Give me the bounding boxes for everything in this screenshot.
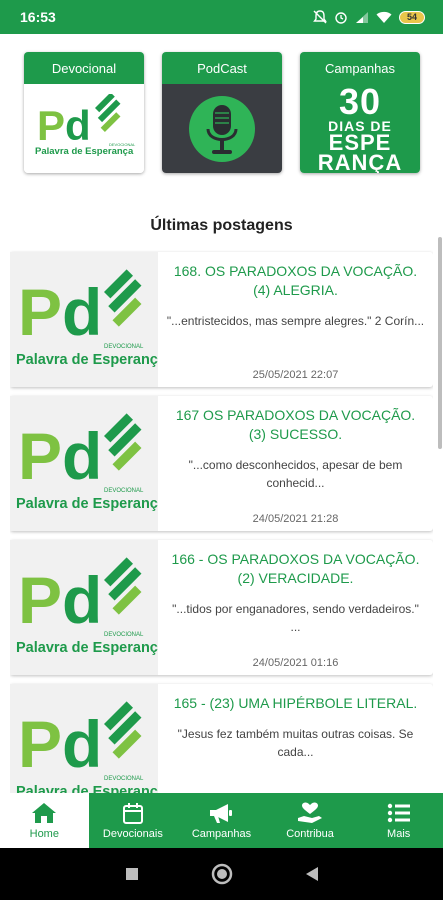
- svg-text:DEVOCIONAL: DEVOCIONAL: [104, 344, 144, 350]
- pd-logo-icon: P d DEVOCIONAL Palavra de Esperança: [35, 93, 136, 157]
- bottom-navigation: Home Devocionais Campanhas Contribua Mai…: [0, 793, 443, 848]
- campanha-30-dias-logo: 30 DIAS DE ESPE RANÇA: [300, 80, 420, 173]
- svg-text:P: P: [18, 275, 62, 349]
- post-title: 168. OS PARADOXOS DA VOCAÇÃO. (4) ALEGRI…: [173, 263, 418, 298]
- status-icons: 54: [313, 10, 425, 24]
- pd-logo-icon: P d DEVOCIONAL Palavra de Esperança: [16, 269, 158, 368]
- mute-icon: [313, 10, 327, 24]
- post-date: 24/05/2021 01:16: [252, 657, 339, 669]
- tile-campanhas-label: Campanhas: [300, 52, 420, 84]
- donate-icon: [298, 802, 323, 823]
- post-card[interactable]: P d DEVOCIONAL Palavra de Esperança 168.…: [10, 252, 433, 387]
- battery-icon: 54: [399, 10, 425, 24]
- alarm-icon: [335, 12, 347, 24]
- post-card[interactable]: P d DEVOCIONAL Palavra de Esperança 165 …: [10, 684, 433, 793]
- post-thumbnail: P d DEVOCIONAL Palavra de Esperança: [10, 684, 158, 793]
- nav-campanhas-label: Campanhas: [191, 827, 252, 840]
- post-date: 25/05/2021 22:07: [252, 369, 339, 381]
- post-excerpt: "...entristecidos, mas sempre alegres." …: [166, 314, 425, 328]
- svg-text:Palavra de Esperança: Palavra de Esperança: [16, 784, 158, 793]
- microphone-icon: [189, 95, 255, 162]
- svg-text:P: P: [37, 102, 65, 149]
- svg-text:Palavra de Esperança: Palavra de Esperança: [16, 640, 158, 656]
- post-title: 167 OS PARADOXOS DA VOCAÇÃO. (3) SUCESSO…: [175, 407, 416, 442]
- campanha-line-4: RANÇA: [317, 149, 403, 173]
- svg-text:Palavra de Esperança: Palavra de Esperança: [16, 352, 158, 368]
- svg-text:P: P: [18, 419, 62, 493]
- svg-text:d: d: [62, 707, 102, 781]
- svg-text:DEVOCIONAL: DEVOCIONAL: [104, 632, 144, 638]
- home-icon: [32, 802, 57, 823]
- tile-podcast-label: PodCast: [162, 52, 282, 84]
- nav-mais[interactable]: Mais: [354, 793, 443, 848]
- svg-text:P: P: [18, 707, 62, 781]
- status-bar: 16:53 54: [0, 0, 443, 34]
- nav-home-label: Home: [29, 827, 59, 840]
- svg-text:d: d: [62, 419, 102, 493]
- nav-devocionais[interactable]: Devocionais: [89, 793, 178, 848]
- campanha-number: 30: [338, 80, 382, 122]
- post-thumbnail: P d DEVOCIONAL Palavra de Esperança: [10, 252, 158, 387]
- nav-contribua[interactable]: Contribua: [266, 793, 355, 848]
- svg-text:DEVOCIONAL: DEVOCIONAL: [104, 776, 144, 782]
- svg-text:P: P: [18, 563, 62, 637]
- svg-text:Palavra de Esperança: Palavra de Esperança: [35, 146, 134, 157]
- nav-devocionais-label: Devocionais: [102, 827, 163, 840]
- section-title: Últimas postagens: [150, 217, 293, 234]
- svg-text:Palavra de Esperança: Palavra de Esperança: [16, 496, 158, 512]
- tile-devocional-label: Devocional: [24, 52, 144, 84]
- nav-campanhas[interactable]: Campanhas: [177, 793, 266, 848]
- status-time: 16:53: [20, 9, 56, 25]
- post-thumbnail: P d DEVOCIONAL Palavra de Esperança: [10, 396, 158, 531]
- recents-icon[interactable]: [125, 867, 139, 881]
- wifi-icon: [376, 11, 392, 23]
- pd-logo-icon: P d DEVOCIONAL Palavra de Esperança: [16, 701, 158, 793]
- signal-icon: [356, 11, 368, 23]
- post-excerpt: "...como desconhecidos, apesar de bem co…: [188, 458, 403, 490]
- svg-text:DEVOCIONAL: DEVOCIONAL: [104, 488, 144, 494]
- post-date: 24/05/2021 21:28: [252, 513, 339, 525]
- pd-logo-icon: P d DEVOCIONAL Palavra de Esperança: [16, 413, 158, 512]
- system-nav-bar: [0, 848, 443, 900]
- category-tiles: Devocional P d DEVOCIONAL Palavra de Esp…: [24, 52, 420, 173]
- post-excerpt: "...tidos por enganadores, sendo verdade…: [172, 602, 419, 634]
- devocional-logo: P d DEVOCIONAL Palavra de Esperança: [24, 84, 144, 173]
- pd-logo-icon: P d DEVOCIONAL Palavra de Esperança: [16, 557, 158, 656]
- post-excerpt: "Jesus fez também muitas outras coisas. …: [177, 727, 414, 759]
- post-thumbnail: P d DEVOCIONAL Palavra de Esperança: [10, 540, 158, 675]
- svg-text:d: d: [62, 563, 102, 637]
- megaphone-icon: [210, 803, 233, 823]
- tile-podcast[interactable]: PodCast: [162, 52, 282, 173]
- posts-list: P d DEVOCIONAL Palavra de Esperança 168.…: [10, 250, 433, 793]
- nav-home[interactable]: Home: [0, 793, 89, 848]
- menu-list-icon: [387, 803, 410, 822]
- nav-mais-label: Mais: [387, 827, 411, 840]
- svg-text:d: d: [65, 102, 91, 149]
- post-title: 165 - (23) UMA HIPÉRBOLE LITERAL.: [173, 695, 418, 711]
- scrollbar[interactable]: [438, 237, 442, 449]
- calendar-icon: [122, 802, 143, 824]
- post-card[interactable]: P d DEVOCIONAL Palavra de Esperança 167 …: [10, 396, 433, 531]
- tile-devocional[interactable]: Devocional P d DEVOCIONAL Palavra de Esp…: [24, 52, 144, 173]
- post-card[interactable]: P d DEVOCIONAL Palavra de Esperança 166 …: [10, 540, 433, 675]
- tile-campanhas[interactable]: Campanhas 30 DIAS DE ESPE RANÇA: [300, 52, 420, 173]
- back-icon[interactable]: [305, 866, 319, 882]
- post-title: 166 - OS PARADOXOS DA VOCAÇÃO. (2) VERAC…: [171, 551, 420, 586]
- home-button-icon[interactable]: [211, 863, 233, 885]
- svg-text:d: d: [62, 275, 102, 349]
- nav-contribua-label: Contribua: [286, 827, 334, 840]
